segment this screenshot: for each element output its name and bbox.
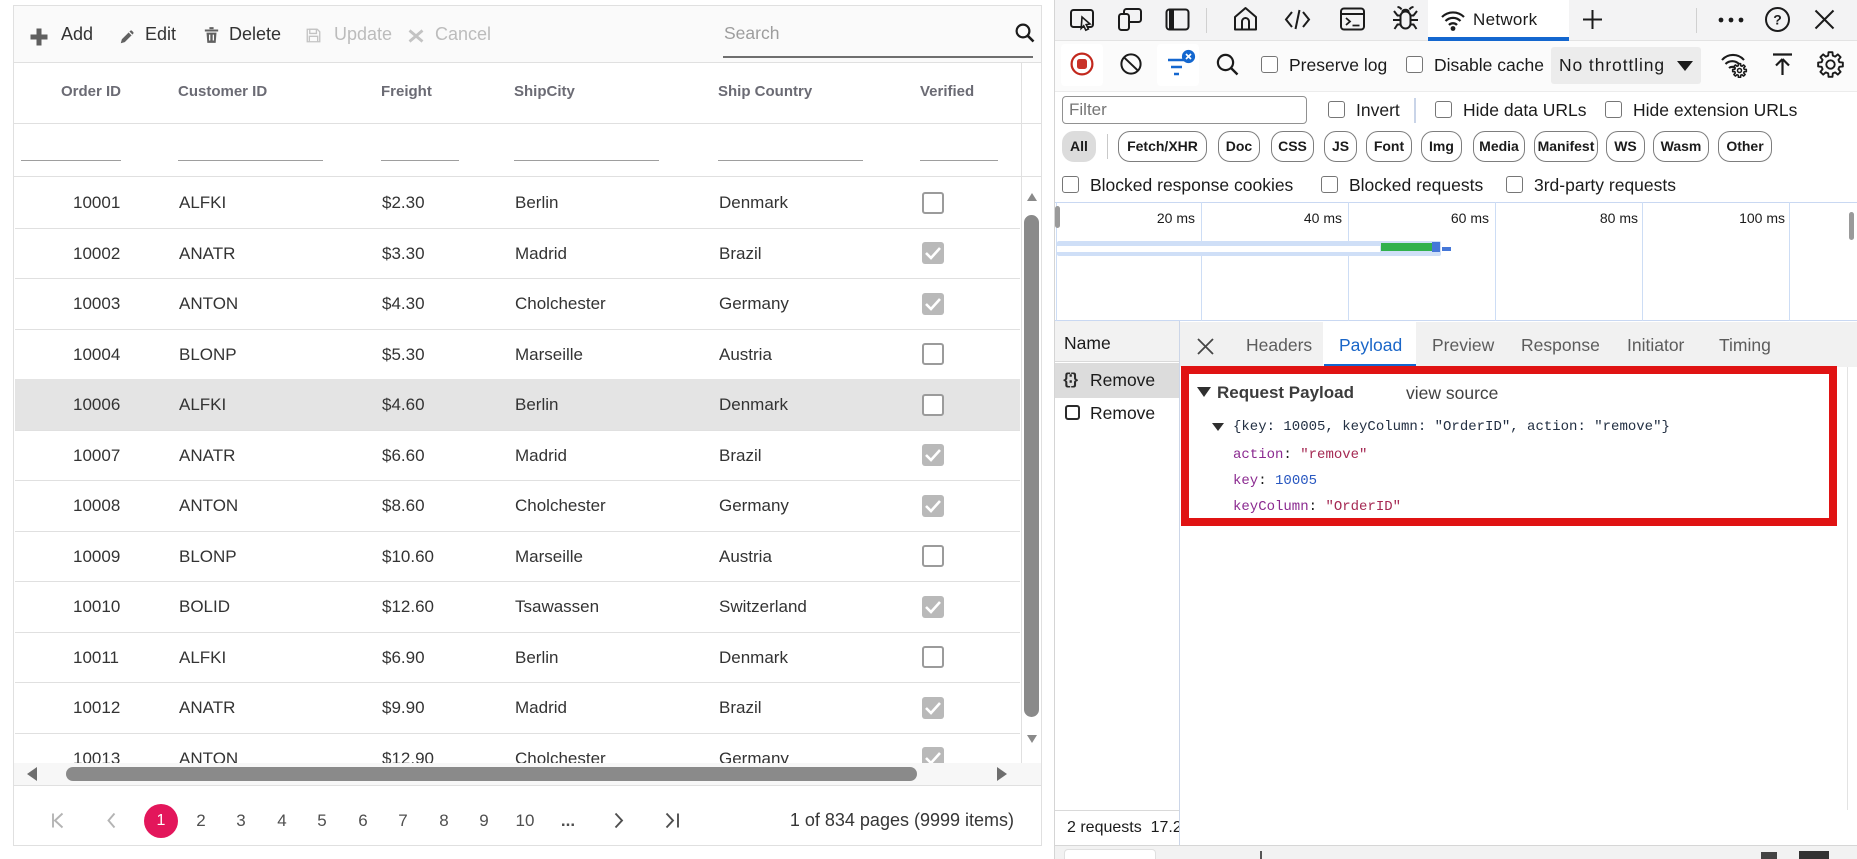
svg-text:?: ? xyxy=(1773,12,1782,28)
